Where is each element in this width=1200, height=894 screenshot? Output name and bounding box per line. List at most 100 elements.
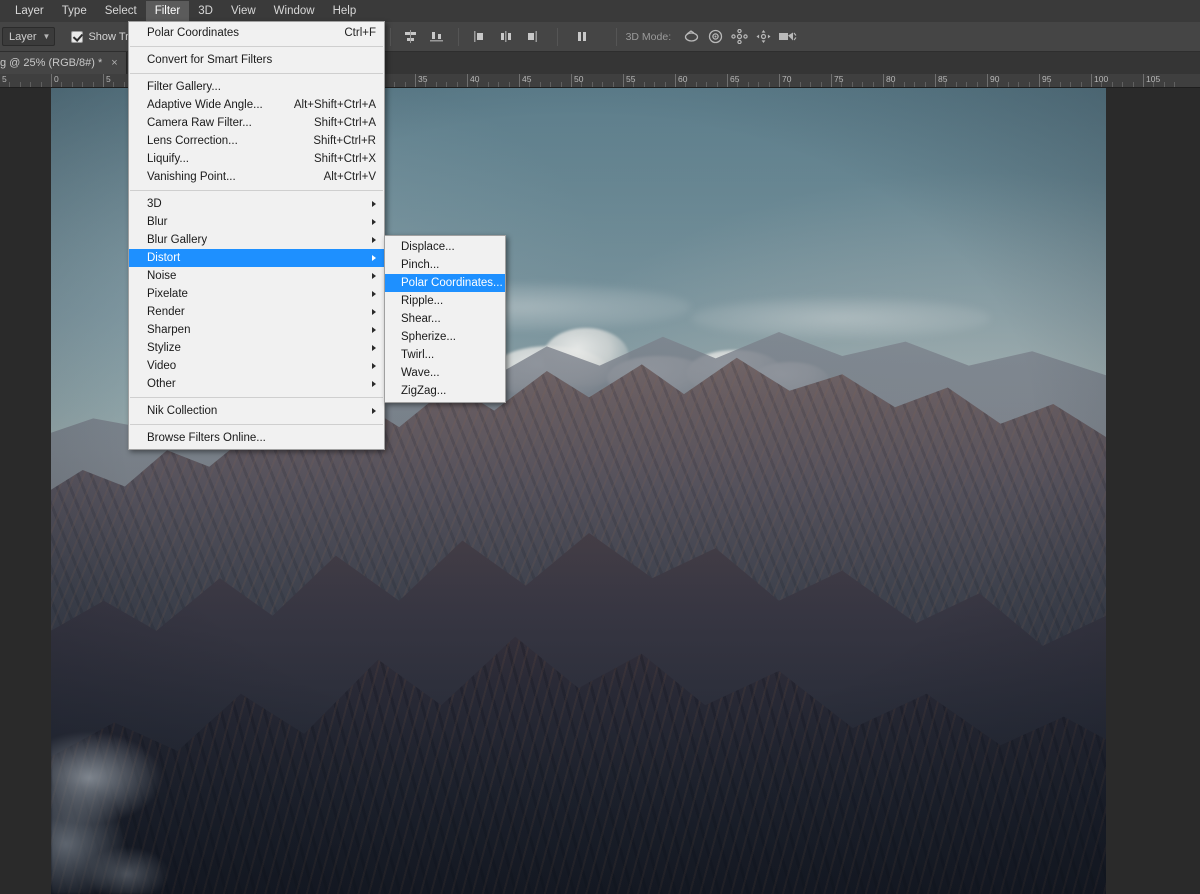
document-tab-title: g @ 25% (RGB/8#) * <box>0 57 102 69</box>
ruler-minor-tick <box>914 82 915 88</box>
distribute-horizontal-center-icon[interactable] <box>495 27 517 47</box>
ruler-minor-tick <box>9 82 10 88</box>
menu-item-stylize[interactable]: Stylize <box>129 339 384 357</box>
menu-separator <box>130 46 383 47</box>
ruler-minor-tick <box>852 82 853 88</box>
align-bottom-icon[interactable] <box>426 27 448 47</box>
ruler-minor-tick <box>1164 82 1165 88</box>
layer-dropdown[interactable]: Layer ▼ <box>2 27 55 46</box>
camera-3d-icon[interactable] <box>775 27 799 47</box>
menu-item-noise[interactable]: Noise <box>129 267 384 285</box>
menu-bar: Layer TypeSelectFilter3DViewWindowHelp <box>0 0 1200 22</box>
menu-item-liquify[interactable]: Liquify...Shift+Ctrl+X <box>129 150 384 168</box>
menubar-item-select[interactable]: Select <box>96 1 146 22</box>
submenu-item-label: Wave... <box>401 367 497 379</box>
submenu-item-zigzag[interactable]: ZigZag... <box>385 382 505 400</box>
ruler-minor-tick <box>581 82 582 88</box>
ruler-label: 5 <box>0 74 7 85</box>
menu-item-video[interactable]: Video <box>129 357 384 375</box>
ruler-minor-tick <box>800 82 801 88</box>
ruler-minor-tick <box>956 82 957 88</box>
menu-item-label: 3D <box>147 198 376 210</box>
menu-item-vanishing-point[interactable]: Vanishing Point...Alt+Ctrl+V <box>129 168 384 186</box>
menu-item-shortcut: Alt+Shift+Ctrl+A <box>276 99 376 111</box>
menu-item-camera-raw-filter[interactable]: Camera Raw Filter...Shift+Ctrl+A <box>129 114 384 132</box>
menu-item-label: Polar Coordinates <box>147 27 326 39</box>
ruler-minor-tick <box>457 82 458 88</box>
menu-separator <box>130 424 383 425</box>
ruler-minor-tick <box>904 82 905 88</box>
menu-item-distort[interactable]: Distort <box>129 249 384 267</box>
filter-menu-dropdown[interactable]: Polar CoordinatesCtrl+F Convert for Smart… <box>128 21 385 450</box>
menu-item-label: Video <box>147 360 376 372</box>
distribute-left-icon[interactable] <box>469 27 491 47</box>
submenu-item-twirl[interactable]: Twirl... <box>385 346 505 364</box>
ruler-minor-tick <box>72 82 73 88</box>
menu-item-blur[interactable]: Blur <box>129 213 384 231</box>
menubar-item-type[interactable]: Type <box>53 1 96 22</box>
ruler-minor-tick <box>841 82 842 88</box>
menu-item-other[interactable]: Other <box>129 375 384 393</box>
menu-item-polar-coordinates[interactable]: Polar CoordinatesCtrl+F <box>129 24 384 42</box>
menubar-item-window[interactable]: Window <box>265 1 324 22</box>
orbit-3d-icon[interactable] <box>679 27 703 47</box>
ruler-minor-tick <box>592 82 593 88</box>
close-icon[interactable]: × <box>111 57 117 69</box>
menu-item-adaptive-wide-angle[interactable]: Adaptive Wide Angle...Alt+Shift+Ctrl+A <box>129 96 384 114</box>
roll-3d-icon[interactable] <box>703 27 727 47</box>
divider <box>557 28 558 46</box>
pan-3d-icon[interactable] <box>727 27 751 47</box>
ruler-label: 0 <box>51 74 59 85</box>
menu-item-browse-filters-online[interactable]: Browse Filters Online... <box>129 429 384 447</box>
submenu-item-pinch[interactable]: Pinch... <box>385 256 505 274</box>
distort-submenu[interactable]: Displace...Pinch...Polar Coordinates... R… <box>384 235 506 403</box>
submenu-item-label: Ripple... <box>401 295 497 307</box>
menubar-item-view[interactable]: View <box>222 1 265 22</box>
menu-item-convert-for-smart-filters[interactable]: Convert for Smart Filters <box>129 51 384 69</box>
menu-item-render[interactable]: Render <box>129 303 384 321</box>
submenu-item-ripple[interactable]: Ripple... <box>385 292 505 310</box>
submenu-item-label: Shear... <box>401 313 497 325</box>
distribute-right-icon[interactable] <box>521 27 543 47</box>
menu-item-lens-correction[interactable]: Lens Correction...Shift+Ctrl+R <box>129 132 384 150</box>
menu-item-nik-collection[interactable]: Nik Collection <box>129 402 384 420</box>
menu-separator <box>130 190 383 191</box>
ruler-minor-tick <box>633 82 634 88</box>
submenu-arrow-icon <box>372 219 376 225</box>
ruler-minor-tick <box>717 82 718 88</box>
ruler-minor-tick <box>394 82 395 88</box>
ruler-minor-tick <box>561 82 562 88</box>
menu-item-filter-gallery[interactable]: Filter Gallery... <box>129 78 384 96</box>
ruler-label: 5 <box>103 74 111 85</box>
menu-item-blur-gallery[interactable]: Blur Gallery <box>129 231 384 249</box>
submenu-item-polar-coordinates[interactable]: Polar Coordinates... <box>385 274 505 292</box>
menubar-item-layer[interactable]: Layer <box>6 1 53 22</box>
menu-item-label: Pixelate <box>147 288 376 300</box>
menubar-item-help[interactable]: Help <box>324 1 366 22</box>
submenu-item-shear[interactable]: Shear... <box>385 310 505 328</box>
ruler-minor-tick <box>769 82 770 88</box>
submenu-item-displace[interactable]: Displace... <box>385 238 505 256</box>
ruler-minor-tick <box>1101 82 1102 88</box>
menu-item-label: Liquify... <box>147 153 296 165</box>
menubar-item-filter[interactable]: Filter <box>146 1 190 22</box>
submenu-item-spherize[interactable]: Spherize... <box>385 328 505 346</box>
document-tab[interactable]: g @ 25% (RGB/8#) * × <box>0 52 127 74</box>
align-horizontal-center-icon[interactable] <box>400 27 422 47</box>
ruler-minor-tick <box>685 82 686 88</box>
slide-3d-icon[interactable] <box>751 27 775 47</box>
menu-item-sharpen[interactable]: Sharpen <box>129 321 384 339</box>
layer-dropdown-value: Layer <box>9 31 37 43</box>
submenu-arrow-icon <box>372 255 376 261</box>
ruler-minor-tick <box>509 82 510 88</box>
submenu-arrow-icon <box>372 363 376 369</box>
menubar-item-label: Layer <box>15 5 44 17</box>
menu-item-3d[interactable]: 3D <box>129 195 384 213</box>
menubar-item-3d[interactable]: 3D <box>189 1 222 22</box>
ruler-minor-tick <box>925 82 926 88</box>
ruler-minor-tick <box>425 82 426 88</box>
ruler-minor-tick <box>1122 82 1123 88</box>
distribute-vertical-icon[interactable] <box>572 27 594 47</box>
submenu-item-wave[interactable]: Wave... <box>385 364 505 382</box>
menu-item-pixelate[interactable]: Pixelate <box>129 285 384 303</box>
